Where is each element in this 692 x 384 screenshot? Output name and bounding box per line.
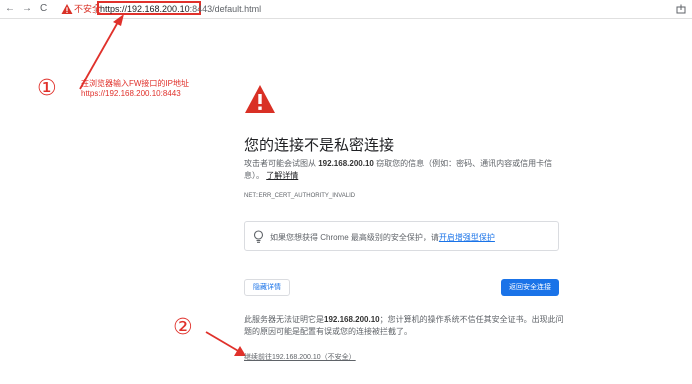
enhanced-protection-box: 如果您想获得 Chrome 最高级别的安全保护，请开启增强型保护 bbox=[244, 221, 559, 251]
step1-instruction: 在浏览器输入FW接口的IP地址 bbox=[81, 79, 189, 88]
error-code: NET::ERR_CERT_AUTHORITY_INVALID bbox=[244, 193, 356, 199]
enable-enhanced-protection-link[interactable]: 开启增强型保护 bbox=[439, 233, 495, 242]
step2-arrow bbox=[205, 331, 241, 353]
lightbulb-icon bbox=[253, 230, 264, 243]
enhanced-protection-prompt: 如果您想获得 Chrome 最高级别的安全保护，请 bbox=[270, 233, 439, 242]
enhanced-protection-text: 如果您想获得 Chrome 最高级别的安全保护，请开启增强型保护 bbox=[270, 232, 495, 243]
page-title: 您的连接不是私密连接 bbox=[244, 137, 395, 154]
desc-before: 攻击者可能会试图从 bbox=[244, 159, 319, 168]
details-explanation: 此服务器无法证明它是192.168.200.10；您计算机的操作系统不信任其安全… bbox=[244, 314, 564, 338]
hide-details-button[interactable]: 隐藏详情 bbox=[244, 279, 290, 296]
explain-host: 192.168.200.10 bbox=[324, 315, 380, 324]
warning-description: 攻击者可能会试图从 192.168.200.10 窃取您的信息（例如：密码、通讯… bbox=[244, 158, 564, 182]
explain-before: 此服务器无法证明它是 bbox=[244, 315, 324, 324]
back-to-safety-button[interactable]: 返回安全连接 bbox=[501, 279, 559, 296]
step2-number: ② bbox=[173, 314, 193, 339]
step1-arrowhead bbox=[113, 14, 124, 26]
desc-host: 192.168.200.10 bbox=[318, 159, 374, 168]
learn-more-link[interactable]: 了解详情 bbox=[266, 171, 298, 180]
proceed-unsafe-link[interactable]: 继续前往192.168.200.10（不安全） bbox=[244, 352, 356, 362]
warning-triangle-icon bbox=[245, 85, 275, 113]
step1-url: https://192.168.200.10:8443 bbox=[81, 89, 181, 98]
step1-number: ① bbox=[37, 75, 57, 100]
